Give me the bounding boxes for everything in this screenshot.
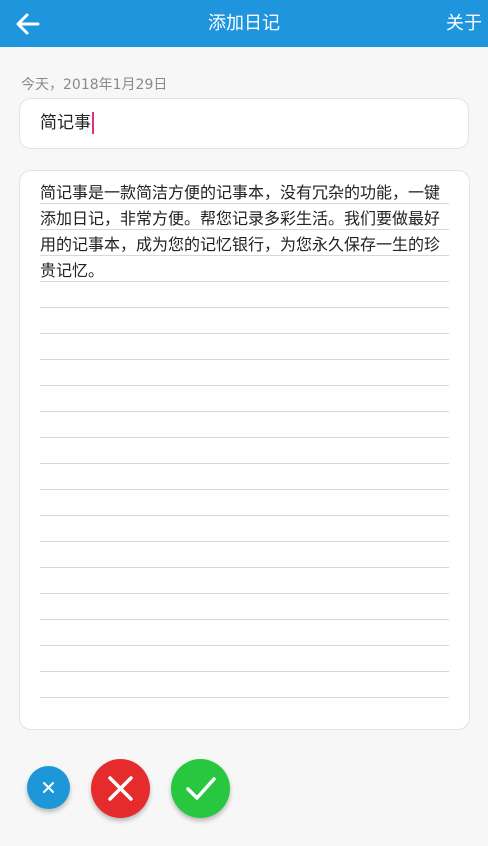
- diary-date: 今天，2018年1月29日: [21, 77, 168, 93]
- about-button[interactable]: 关于: [446, 0, 482, 47]
- diary-title-value: 简记事: [40, 113, 91, 133]
- small-close-button[interactable]: [27, 766, 70, 809]
- check-icon: [186, 777, 216, 800]
- cancel-button[interactable]: [91, 759, 150, 818]
- text-caret: [92, 112, 94, 134]
- page-title: 添加日记: [208, 13, 280, 34]
- close-icon: [43, 782, 54, 793]
- diary-content-text: 简记事是一款简洁方便的记事本，没有冗杂的功能，一键添加日记，非常方便。帮您记录多…: [40, 183, 441, 280]
- close-icon: [108, 776, 133, 801]
- diary-content-input[interactable]: 简记事是一款简洁方便的记事本，没有冗杂的功能，一键添加日记，非常方便。帮您记录多…: [19, 170, 470, 730]
- diary-title-input[interactable]: 简记事: [19, 98, 469, 149]
- confirm-button[interactable]: [171, 759, 230, 818]
- app-bar: 添加日记 关于: [0, 0, 488, 47]
